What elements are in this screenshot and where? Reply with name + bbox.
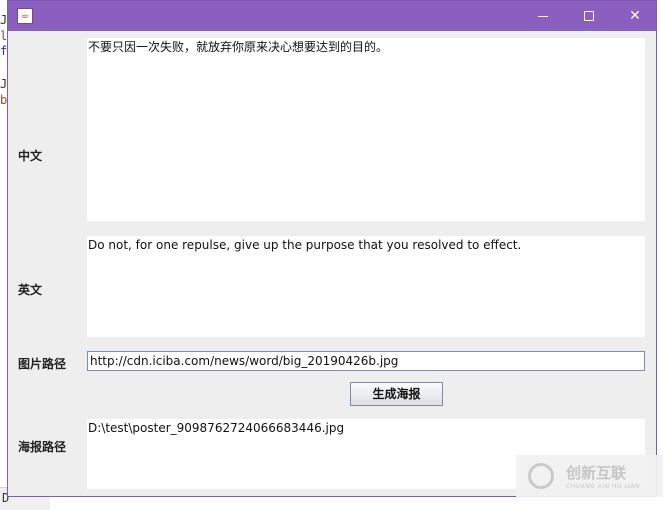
minimize-button[interactable] <box>520 1 566 31</box>
maximize-button[interactable] <box>566 1 612 31</box>
app-window: ☕ ✕ 中文 不要只因一次失败，就放弃你原来决心想要达到的目的。 英文 Do n… <box>7 0 657 497</box>
java-icon[interactable]: ☕ <box>17 8 33 24</box>
close-button[interactable]: ✕ <box>612 1 658 31</box>
image-path-input[interactable]: http://cdn.iciba.com/news/word/big_20190… <box>87 351 645 371</box>
english-textarea[interactable]: Do not, for one repulse, give up the pur… <box>87 236 645 337</box>
minimize-icon <box>538 16 548 17</box>
watermark: 创新互联 CHUANG XIN HU LIAN <box>516 455 663 497</box>
chinese-label: 中文 <box>18 149 43 163</box>
watermark-subtext: CHUANG XIN HU LIAN <box>566 483 641 490</box>
maximize-icon <box>584 11 594 21</box>
image-path-label: 图片路径 <box>18 357 67 371</box>
poster-path-label: 海报路径 <box>18 440 67 454</box>
chinese-textarea[interactable]: 不要只因一次失败，就放弃你原来决心想要达到的目的。 <box>87 38 645 221</box>
english-label: 英文 <box>18 283 43 297</box>
watermark-logo-icon <box>528 463 554 489</box>
title-bar[interactable]: ☕ ✕ <box>8 1 656 31</box>
generate-poster-button[interactable]: 生成海报 <box>350 382 443 406</box>
watermark-text: 创新互联 <box>566 464 627 482</box>
close-icon: ✕ <box>629 8 641 24</box>
form-panel: 中文 不要只因一次失败，就放弃你原来决心想要达到的目的。 英文 Do not, … <box>8 31 656 498</box>
